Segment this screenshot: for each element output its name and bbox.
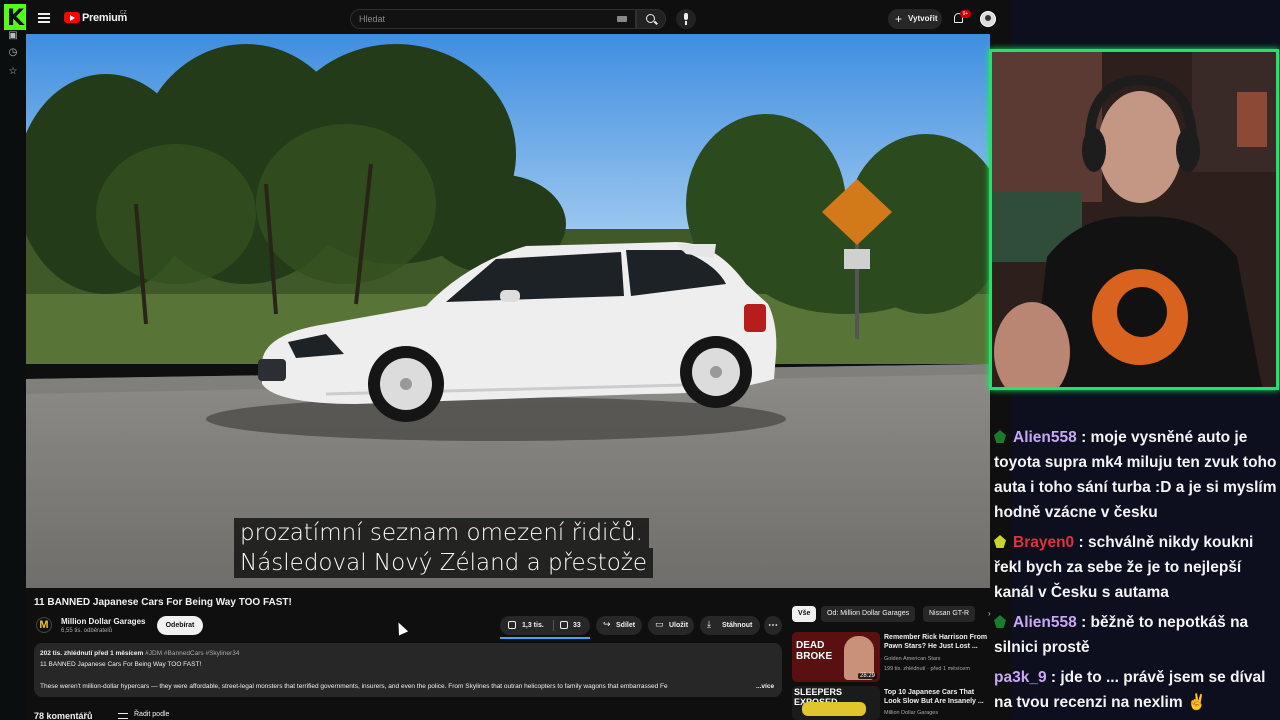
share-button[interactable]: ↪ Sdílet <box>596 616 642 635</box>
related-thumbnail[interactable]: SLEEPERS EXPOSED <box>792 686 880 720</box>
chat-badge-icon <box>994 535 1006 548</box>
youtube-header: Premium CZ + Vytvořit 9+ <box>26 4 1012 34</box>
search-input[interactable] <box>359 12 609 26</box>
related-channel[interactable]: Golden American Stars <box>884 656 992 662</box>
save-button[interactable]: ▭ Uložit <box>648 616 694 635</box>
subtitles: prozatímní seznam omezení řidičů. Násled… <box>234 518 653 578</box>
like-dislike-group: 1,3 tis. 33 <box>500 616 590 635</box>
notification-badge: 9+ <box>960 10 971 18</box>
kick-logo[interactable]: K <box>4 4 26 31</box>
chat-badge-icon <box>994 430 1006 443</box>
search-box <box>350 9 636 29</box>
mouse-cursor-icon <box>393 620 409 636</box>
webcam-overlay <box>989 49 1279 390</box>
channel-name[interactable]: Million Dollar Garages <box>61 617 145 626</box>
more-actions-button[interactable]: ⋯ <box>764 616 782 635</box>
search-button[interactable] <box>636 9 666 29</box>
dislike-count[interactable]: 33 <box>573 616 581 635</box>
description-title: 11 BANNED Japanese Cars For Being Way TO… <box>40 661 202 668</box>
following-icon[interactable]: ▣ <box>7 30 19 42</box>
share-label: Sdílet <box>616 622 636 629</box>
description-stats: 202 tis. zhlédnutí před 1 měsícem #JDM #… <box>40 650 239 657</box>
video-duration: 28:29 <box>857 673 877 679</box>
chat-message: Alien558 : běžně to nepotkáš na silnici … <box>994 614 1249 656</box>
download-label: Stáhnout <box>722 622 753 629</box>
chip-nissan-gtr[interactable]: Nissan GT-R <box>923 606 976 622</box>
account-avatar[interactable] <box>980 11 996 27</box>
youtube-logo-icon[interactable] <box>64 12 80 23</box>
related-channel[interactable]: Million Dollar Garages <box>884 710 992 716</box>
view-stats: 202 tis. zhlédnutí před 1 měsícem <box>40 650 144 657</box>
kick-sidebar: K ▣ ◷ ☆ <box>0 0 26 720</box>
channel-avatar[interactable]: M <box>36 617 52 633</box>
video-player[interactable]: prozatímní seznam omezení řidičů. Násled… <box>26 34 990 588</box>
subtitle-line: prozatímní seznam omezení řidičů. <box>234 518 649 548</box>
share-icon: ↪ <box>603 620 611 630</box>
create-button[interactable]: + Vytvořit <box>888 9 942 29</box>
subtitle-line: Následoval Nový Zéland a přestože <box>234 548 653 578</box>
thumbs-up-icon[interactable] <box>508 621 516 629</box>
chat-username[interactable]: Brayen0 <box>1013 534 1074 551</box>
sort-comments-button[interactable]: Řadit podle <box>134 711 169 718</box>
chevron-right-icon[interactable]: › <box>988 609 991 618</box>
video-frame-illustration <box>26 34 990 588</box>
video-title: 11 BANNED Japanese Cars For Being Way TO… <box>34 597 292 608</box>
thumbnail-text: DEAD BROKE <box>796 640 833 662</box>
show-more-link[interactable]: ...více <box>756 683 774 690</box>
bookmark-icon: ▭ <box>655 620 664 630</box>
chip-from-channel[interactable]: Od: Million Dollar Garages <box>821 606 916 622</box>
download-button[interactable]: ⤓ Stáhnout <box>700 616 760 635</box>
related-title[interactable]: Remember Rick Harrison From Pawn Stars? … <box>884 633 988 651</box>
subscriber-count: 6,55 tis. odběratelů <box>61 628 113 634</box>
keyboard-icon[interactable] <box>617 16 627 22</box>
chat-username[interactable]: pa3k_9 <box>994 669 1047 686</box>
chat-username[interactable]: Alien558 <box>1013 614 1077 631</box>
hashtags[interactable]: #JDM #BannedCars #Skyliner34 <box>145 650 239 657</box>
thumbs-down-icon[interactable] <box>560 621 568 629</box>
like-count[interactable]: 1,3 tis. <box>522 616 544 635</box>
chat-message: Alien558 : moje vysněné auto je toyota s… <box>994 429 1277 521</box>
star-icon[interactable]: ☆ <box>7 66 19 78</box>
country-code: CZ <box>120 10 127 16</box>
related-title[interactable]: Top 10 Japanese Cars That Look Slow But … <box>884 688 988 706</box>
related-meta: 199 tis. zhlédnutí · před 1 měsícem <box>884 666 970 672</box>
hamburger-menu-icon[interactable] <box>38 13 50 23</box>
search-icon <box>646 14 655 23</box>
subscribe-button[interactable]: Odebírat <box>157 616 203 635</box>
related-thumbnail[interactable]: DEAD BROKE 28:29 <box>792 632 880 682</box>
download-icon: ⤓ <box>707 620 711 630</box>
description-box[interactable]: 202 tis. zhlédnutí před 1 měsícem #JDM #… <box>34 643 782 697</box>
like-progress-underline <box>500 637 590 639</box>
sort-icon[interactable] <box>118 713 128 719</box>
history-icon[interactable]: ◷ <box>7 47 19 59</box>
chat-username[interactable]: Alien558 <box>1013 429 1077 446</box>
comment-count: 78 komentářů <box>34 711 93 720</box>
like-divider <box>553 620 554 631</box>
chat-badge-icon <box>994 615 1006 628</box>
create-label: Vytvořit <box>908 14 938 23</box>
chat-message: Brayen0 : schválně nikdy koukni řekl byc… <box>994 534 1254 601</box>
description-text: These weren't million-dollar hypercars —… <box>40 683 668 690</box>
voice-search-button[interactable] <box>676 9 696 29</box>
thumbnail-taxi <box>802 702 866 716</box>
chip-all[interactable]: Vše <box>792 606 817 622</box>
save-label: Uložit <box>669 622 689 629</box>
webcam-illustration <box>992 52 1276 387</box>
plus-icon: + <box>895 12 903 26</box>
chat-message: pa3k_9 : jde to ... právě jsem se díval … <box>994 669 1266 711</box>
